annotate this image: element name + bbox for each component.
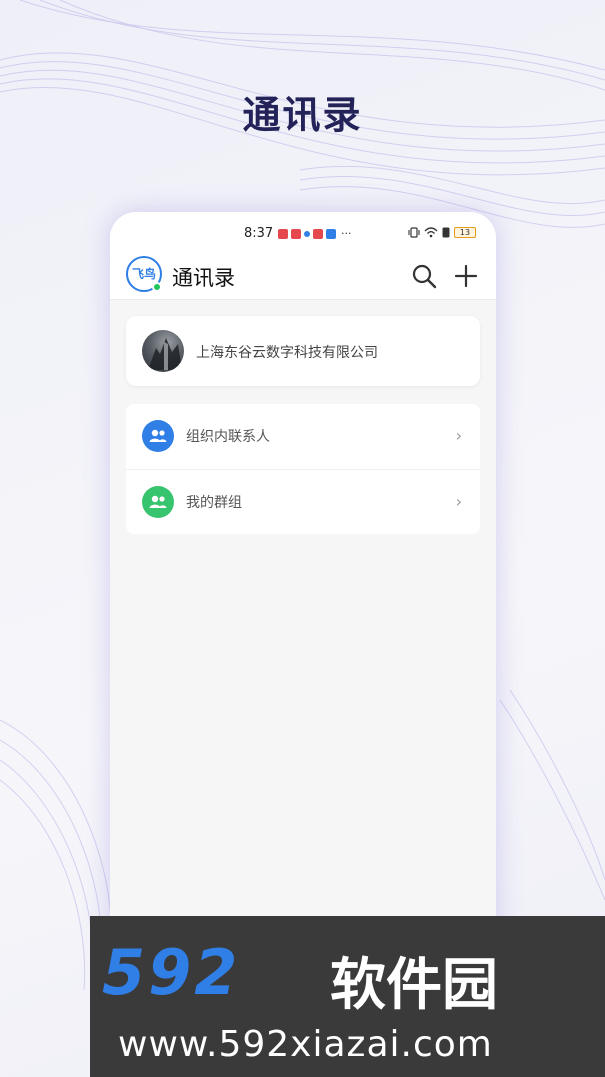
list-item-label: 组织内联系人 [186, 429, 270, 445]
watermark-brand-digits: 592 [102, 936, 241, 1009]
vibrate-icon [408, 227, 420, 238]
more-notifications-icon: ··· [341, 227, 352, 240]
list-item-org-contacts[interactable]: 组织内联系人 › [126, 404, 480, 468]
status-bar: 8:37 ··· 13 [110, 212, 496, 254]
promo-title: 通讯录 [242, 93, 363, 137]
organization-card[interactable]: 上海东谷云数字科技有限公司 [126, 316, 480, 386]
notification-icon [326, 229, 336, 239]
app-header: 飞鸟 通讯录 [110, 254, 496, 300]
building-photo-icon [148, 338, 182, 370]
notification-icon [304, 231, 310, 237]
notification-icon [278, 229, 288, 239]
notification-icons: ··· [278, 227, 352, 240]
watermark-brand-name: 软件园 [330, 953, 498, 1018]
status-time: 8:37 [244, 226, 274, 241]
watermark-url: www.592xiazai.com [118, 1024, 493, 1065]
organization-avatar [142, 330, 184, 372]
notification-icon [291, 229, 301, 239]
phone-screen: 8:37 ··· 13 飞鸟 通讯录 上海东谷云数字科技有限公司 组织内联系人 … [110, 212, 496, 972]
online-status-icon [152, 282, 162, 292]
group-icon [142, 486, 174, 518]
plus-icon[interactable] [452, 262, 480, 290]
search-icon[interactable] [410, 262, 438, 290]
battery-icon: 13 [454, 227, 476, 238]
chevron-right-icon: › [455, 426, 462, 445]
notification-icon [313, 229, 323, 239]
chevron-right-icon: › [455, 492, 462, 511]
bluetooth-icon [442, 227, 450, 238]
wifi-icon [424, 227, 438, 238]
contacts-list: 组织内联系人 › 我的群组 › [126, 404, 480, 534]
watermark-banner: 592 软件园 www.592xiazai.com [90, 916, 605, 1077]
organization-name: 上海东谷云数字科技有限公司 [196, 345, 378, 361]
list-item-my-groups[interactable]: 我的群组 › [126, 469, 480, 533]
people-icon [142, 420, 174, 452]
page-title: 通讯录 [172, 266, 235, 290]
list-item-label: 我的群组 [186, 495, 242, 511]
system-icons: 13 [408, 227, 476, 238]
